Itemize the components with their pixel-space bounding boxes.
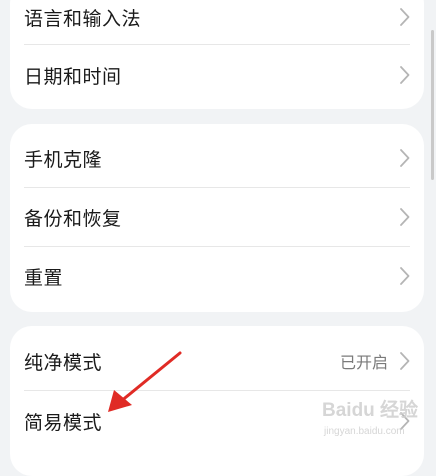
settings-item-phone-clone[interactable]: 手机克隆 [10, 129, 424, 187]
settings-group-system: 语言和输入法 日期和时间 [10, 0, 424, 109]
settings-item-date-time[interactable]: 日期和时间 [10, 46, 424, 104]
divider [24, 44, 410, 45]
settings-item-reset[interactable]: 重置 [10, 247, 424, 305]
chevron-right-icon [400, 352, 410, 370]
chevron-right-icon [400, 208, 410, 226]
settings-group-backup: 手机克隆 备份和恢复 重置 [10, 124, 424, 312]
settings-item-label: 日期和时间 [24, 65, 122, 88]
chevron-right-icon [400, 149, 410, 167]
settings-item-simple-mode[interactable]: 简易模式 [10, 392, 424, 450]
settings-item-backup-restore[interactable]: 备份和恢复 [10, 188, 424, 246]
chevron-right-icon [400, 267, 410, 285]
settings-item-label: 手机克隆 [24, 148, 103, 171]
pure-mode-status: 已开启 [339, 353, 388, 372]
settings-item-label: 备份和恢复 [24, 207, 122, 230]
chevron-right-icon [400, 8, 410, 26]
settings-item-label: 重置 [24, 266, 64, 289]
chevron-right-icon [400, 66, 410, 84]
settings-item-label: 语言和输入法 [24, 7, 142, 30]
settings-item-label: 简易模式 [24, 411, 103, 434]
settings-group-modes: 纯净模式 已开启 简易模式 [10, 326, 424, 476]
divider [24, 390, 410, 391]
scrollbar[interactable] [431, 30, 434, 180]
settings-item-label: 纯净模式 [24, 351, 103, 374]
settings-item-language-input[interactable]: 语言和输入法 [10, 0, 424, 46]
settings-item-pure-mode[interactable]: 纯净模式 已开启 [10, 332, 424, 390]
chevron-right-icon [400, 412, 410, 430]
